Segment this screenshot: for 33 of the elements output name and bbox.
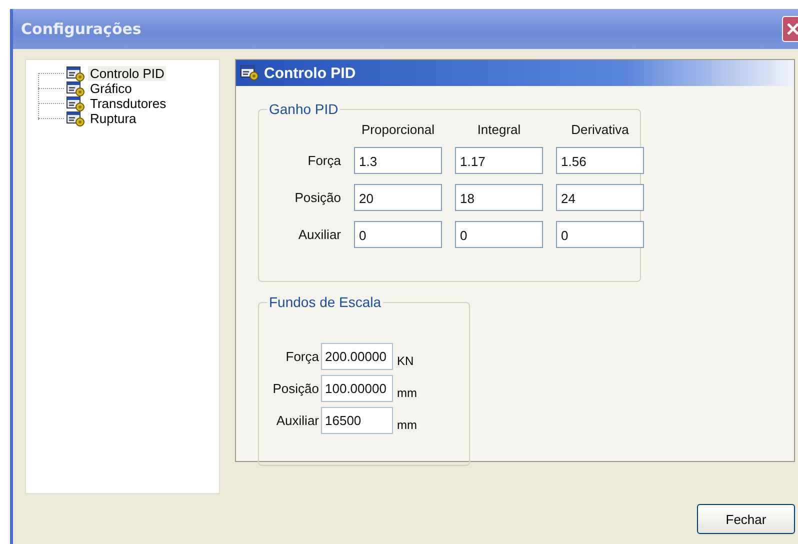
input-field[interactable]: 1.56 [556,147,644,174]
panel-title: Controlo PID [264,64,356,82]
input-field[interactable]: 0 [354,221,442,248]
input-field[interactable]: 200.00000 [321,343,393,370]
input-field[interactable]: 0 [556,221,644,248]
tree-item[interactable]: Ruptura [88,111,138,126]
unit-label: KN [396,354,415,370]
input-field[interactable]: 18 [455,184,543,211]
tree-item[interactable]: Controlo PID [88,66,166,81]
row-label: Auxiliar [275,413,319,428]
input-field[interactable]: 1.3 [354,147,442,174]
column-header: Proporcional [360,122,436,137]
group-title: Ganho PID [267,101,340,117]
input-field[interactable]: 1.17 [455,147,543,174]
input-field[interactable]: 24 [556,184,644,211]
tree-item[interactable]: Gráfico [88,81,134,96]
row-label: Força [284,349,319,364]
unit-label: mm [396,386,418,402]
tree-item[interactable]: Transdutores [88,96,168,111]
row-label: Posição [272,381,319,396]
unit-label: mm [396,418,418,434]
row-label: Auxiliar [297,227,341,242]
group-title: Fundos de Escala [267,294,384,310]
input-field[interactable]: 20 [354,184,442,211]
row-label: Posição [294,190,341,205]
column-header: Integral [476,122,522,137]
close-dialog-button[interactable]: Fechar [697,504,795,534]
input-field[interactable]: 16500 [321,407,393,434]
row-label: Força [306,153,341,168]
input-field[interactable]: 100.00000 [321,375,393,402]
column-header: Derivativa [570,122,630,137]
window-title: Configurações [21,20,142,38]
input-field[interactable]: 0 [455,221,543,248]
